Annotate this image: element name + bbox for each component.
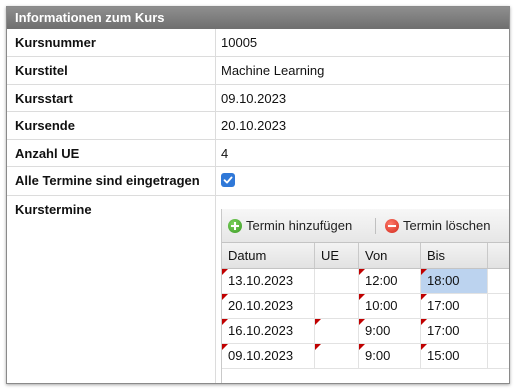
value-anzahl-ue: 4 xyxy=(221,146,229,161)
cell-datum[interactable]: 09.10.2023 xyxy=(222,344,315,368)
row-kursnummer: Kursnummer 10005 xyxy=(7,29,509,57)
termine-grid-panel: Termin hinzufügen Termin löschen Datum U… xyxy=(221,209,509,383)
column-header-ue[interactable]: UE xyxy=(315,243,359,268)
add-icon xyxy=(228,218,242,233)
cell-bis[interactable]: 17:00 xyxy=(421,319,488,343)
label-kursnummer: Kursnummer xyxy=(15,35,96,50)
add-termin-button[interactable]: Termin hinzufügen xyxy=(228,218,352,233)
cell-von[interactable]: 9:00 xyxy=(359,344,421,368)
toolbar-separator xyxy=(375,218,376,234)
row-alle-termine: Alle Termine sind eingetragen xyxy=(7,167,509,196)
cell-ue[interactable] xyxy=(315,269,359,293)
label-kurstermine: Kurstermine xyxy=(15,202,92,217)
cell-datum[interactable]: 16.10.2023 xyxy=(222,319,315,343)
cell-ue[interactable] xyxy=(315,344,359,368)
table-row[interactable]: 20.10.2023 10:00 17:00 xyxy=(222,294,509,319)
cell-von[interactable]: 10:00 xyxy=(359,294,421,318)
delete-icon xyxy=(385,218,399,233)
column-header-von[interactable]: Von xyxy=(359,243,421,268)
cell-bis[interactable]: 17:00 xyxy=(421,294,488,318)
row-kursende: Kursende 20.10.2023 xyxy=(7,112,509,140)
cell-bis-selected[interactable]: 18:00 xyxy=(421,269,488,293)
alle-termine-checkbox[interactable] xyxy=(221,173,235,187)
cell-ue[interactable] xyxy=(315,294,359,318)
grid-toolbar: Termin hinzufügen Termin löschen xyxy=(222,209,509,243)
value-kursstart: 09.10.2023 xyxy=(221,91,287,106)
value-kurstitel: Machine Learning xyxy=(221,63,325,78)
course-info-panel: Informationen zum Kurs Kursnummer 10005 … xyxy=(6,6,510,384)
table-row[interactable]: 16.10.2023 9:00 17:00 xyxy=(222,319,509,344)
cell-bis[interactable]: 15:00 xyxy=(421,344,488,368)
add-termin-label: Termin hinzufügen xyxy=(246,218,353,233)
label-alle-termine: Alle Termine sind eingetragen xyxy=(15,173,200,188)
column-header-bis[interactable]: Bis xyxy=(421,243,488,268)
cell-von[interactable]: 12:00 xyxy=(359,269,421,293)
label-kursende: Kursende xyxy=(15,118,75,133)
table-row[interactable]: 09.10.2023 9:00 15:00 xyxy=(222,344,509,369)
delete-termin-button[interactable]: Termin löschen xyxy=(385,218,490,233)
value-kursende: 20.10.2023 xyxy=(221,118,287,133)
cell-von[interactable]: 9:00 xyxy=(359,319,421,343)
grid-header: Datum UE Von Bis xyxy=(222,243,509,269)
value-kursnummer: 10005 xyxy=(221,35,258,50)
row-kurstitel: Kurstitel Machine Learning xyxy=(7,57,509,85)
label-kurstitel: Kurstitel xyxy=(15,63,68,78)
delete-termin-label: Termin löschen xyxy=(403,218,491,233)
row-anzahl-ue: Anzahl UE 4 xyxy=(7,140,509,167)
cell-ue[interactable] xyxy=(315,319,359,343)
cell-datum[interactable]: 13.10.2023 xyxy=(222,269,315,293)
checkmark-icon xyxy=(223,176,233,184)
label-kursstart: Kursstart xyxy=(15,91,73,106)
cell-datum[interactable]: 20.10.2023 xyxy=(222,294,315,318)
table-row[interactable]: 13.10.2023 12:00 18:00 xyxy=(222,269,509,294)
label-anzahl-ue: Anzahl UE xyxy=(15,146,80,161)
panel-title: Informationen zum Kurs xyxy=(7,7,509,29)
row-kursstart: Kursstart 09.10.2023 xyxy=(7,85,509,112)
column-header-datum[interactable]: Datum xyxy=(222,243,315,268)
